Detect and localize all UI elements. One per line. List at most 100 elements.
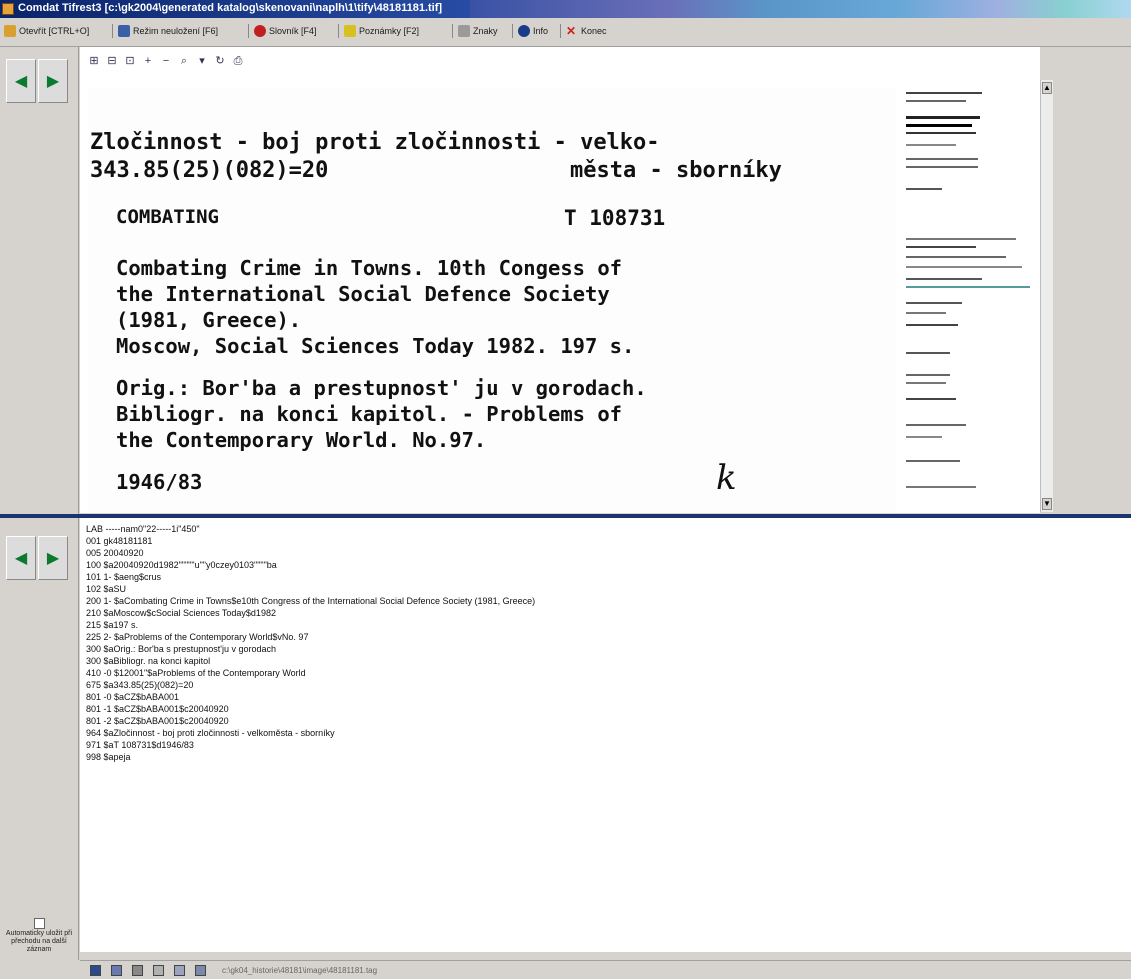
prev-record-button[interactable]: ◀ <box>6 536 36 580</box>
thumb-line <box>906 158 978 160</box>
save-icon[interactable] <box>90 964 101 976</box>
thumb-line <box>906 166 978 168</box>
info-icon <box>518 25 530 37</box>
zoom-dropdown-icon[interactable]: ▾ <box>196 55 208 67</box>
next-image-button[interactable]: ▶ <box>38 59 68 103</box>
rotate-icon[interactable]: ↻ <box>214 55 226 67</box>
record-line: LAB -----nam0"22-----1i"450" <box>86 524 200 534</box>
card-signature: T 108731 <box>564 206 666 230</box>
record-line: 100 $a20040920d1982"""""u""y0czey0103"""… <box>86 560 277 570</box>
thumb-line <box>906 312 946 314</box>
viewer-scrollbar[interactable]: ▲ ▼ <box>1040 80 1053 512</box>
prev-image-button[interactable]: ◀ <box>6 59 36 103</box>
thumb-line <box>906 286 1030 288</box>
card-body-line: Combating Crime in Towns. 10th Congess o… <box>116 256 623 280</box>
notes-button-label: Poznámky [F2] <box>359 26 420 36</box>
mode-button[interactable]: Režim neuložení [F6] <box>118 23 218 39</box>
record-line: 410 -0 $12001"$aProblems of the Contempo… <box>86 668 306 678</box>
thumb-line <box>906 144 956 146</box>
thumb-line <box>906 374 950 376</box>
toolbar-separator <box>560 24 561 38</box>
info-button[interactable]: Info <box>518 23 548 39</box>
card-entry-word: COMBATING <box>116 206 219 228</box>
title-bar: Comdat Tifrest3 [c:\gk2004\generated kat… <box>0 0 1131 18</box>
scroll-down-icon[interactable]: ▼ <box>1042 498 1052 510</box>
title-bar-gradient <box>470 0 1131 18</box>
thumb-line <box>906 352 950 354</box>
open-button[interactable]: Otevřít [CTRL+O] <box>4 23 89 39</box>
card-body-line: (1981, Greece). <box>116 308 302 332</box>
mode-icon <box>118 25 130 37</box>
fit-width-icon[interactable]: ⊟ <box>106 55 118 67</box>
paste-icon[interactable] <box>195 964 206 976</box>
image-nav-pane: ◀ ▶ <box>0 47 79 514</box>
record-line: 102 $aSU <box>86 584 127 594</box>
marc-record-editor[interactable]: LAB -----nam0"22-----1i"450" 001 gk48181… <box>80 518 1131 952</box>
scroll-up-icon[interactable]: ▲ <box>1042 82 1052 94</box>
record-line: 964 $aZločinnost - boj proti zločinnosti… <box>86 728 335 738</box>
toolbar-separator <box>112 24 113 38</box>
fit-page-icon[interactable]: ⊞ <box>88 55 100 67</box>
arrow-right-icon: ▶ <box>46 550 60 567</box>
print-icon[interactable]: ⎙ <box>232 55 244 67</box>
zoom-out-icon[interactable]: − <box>160 55 172 67</box>
card-footer-number: 1946/83 <box>116 470 203 494</box>
record-line: 200 1- $aCombating Crime in Towns$e10th … <box>86 596 536 606</box>
exit-button[interactable]: ✕ Konec <box>566 23 607 39</box>
thumb-line <box>906 278 982 280</box>
arrow-right-icon: ▶ <box>46 73 60 90</box>
handwritten-mark: k <box>716 458 737 498</box>
record-line: 101 1- $aeng$crus <box>86 572 162 582</box>
record-line: 801 -0 $aCZ$bABA001 <box>86 692 180 702</box>
record-line: 300 $aBibliogr. na konci kapitol <box>86 656 211 666</box>
card-heading-line2: města - sborníky <box>570 158 782 183</box>
main-toolbar: Otevřít [CTRL+O] Režim neuložení [F6] Sl… <box>0 18 1131 47</box>
card-heading-line1: Zločinnost - boj proti zločinnosti - vel… <box>90 130 660 155</box>
thumb-line <box>906 302 962 304</box>
thumb-line <box>906 238 1016 240</box>
zoom-in-icon[interactable]: + <box>142 55 154 67</box>
dictionary-button[interactable]: Slovník [F4] <box>254 23 317 39</box>
thumb-line <box>906 460 960 462</box>
toolbar-separator <box>248 24 249 38</box>
next-record-button[interactable]: ▶ <box>38 536 68 580</box>
thumb-line <box>906 266 1022 268</box>
card-body-line: Orig.: Bor'ba a prestupnost' ju v goroda… <box>116 376 647 400</box>
window-title: Comdat Tifrest3 [c:\gk2004\generated kat… <box>18 2 443 14</box>
chars-button-label: Znaky <box>473 26 498 36</box>
status-file-path: c:\gk04_historie\48181\image\48181181.ta… <box>222 965 378 975</box>
record-line: 210 $aMoscow$cSocial Sciences Today$d198… <box>86 608 276 618</box>
toolbar-separator <box>512 24 513 38</box>
card-classification: 343.85(25)(082)=20 <box>90 158 329 183</box>
auto-save-label: Automaticky uložit při přechodu na další… <box>5 930 73 953</box>
zoom-tool-icon[interactable]: ⌕ <box>178 55 190 67</box>
print-icon[interactable] <box>132 964 143 976</box>
thumb-line <box>906 382 946 384</box>
record-line: 998 $apeja <box>86 752 131 762</box>
status-bar: c:\gk04_historie\48181\image\48181181.ta… <box>80 960 1131 979</box>
thumb-line <box>906 436 942 438</box>
card-body-line: the International Social Defence Society <box>116 282 610 306</box>
dictionary-button-label: Slovník [F4] <box>269 26 317 36</box>
thumb-line <box>906 398 956 400</box>
folder-icon <box>4 25 16 37</box>
thumbnail-strip <box>904 88 1032 513</box>
app-icon <box>2 3 14 15</box>
dictionary-icon <box>254 25 266 37</box>
notes-button[interactable]: Poznámky [F2] <box>344 23 419 39</box>
exit-button-label: Konec <box>581 26 607 36</box>
chars-button[interactable]: Znaky <box>458 23 498 39</box>
record-line: 005 20040920 <box>86 548 144 558</box>
export-icon[interactable] <box>153 964 164 976</box>
copy-icon[interactable] <box>174 964 185 976</box>
record-line: 971 $aT 108731$d1946/83 <box>86 740 194 750</box>
record-line: 801 -2 $aCZ$bABA001$c20040920 <box>86 716 229 726</box>
toolbar-separator <box>338 24 339 38</box>
chars-icon <box>458 25 470 37</box>
thumb-line <box>906 100 966 102</box>
toolbar-separator <box>452 24 453 38</box>
home-icon[interactable] <box>111 964 122 976</box>
auto-save-checkbox[interactable] <box>34 918 45 929</box>
thumb-line <box>906 116 980 119</box>
actual-size-icon[interactable]: ⊡ <box>124 55 136 67</box>
